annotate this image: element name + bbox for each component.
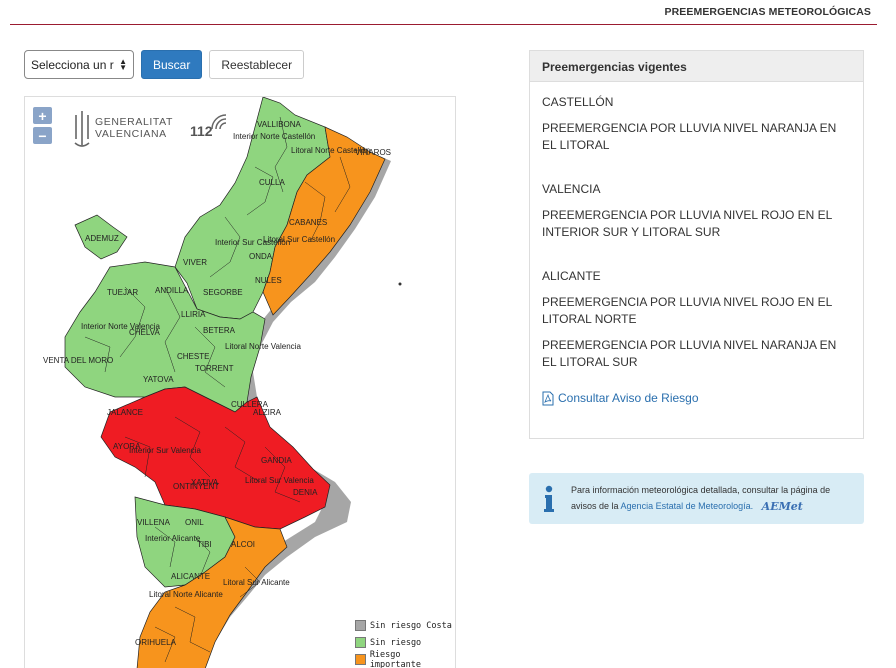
- map-place-label: ADEMUZ: [85, 234, 119, 243]
- gva-logo: GENERALITAT VALENCIANA: [73, 109, 173, 147]
- page-title: PREEMERGENCIAS METEOROLÓGICAS: [664, 6, 871, 18]
- legend-item: Riesgo importante: [355, 649, 455, 668]
- reset-button[interactable]: Reestablecer: [209, 50, 305, 79]
- region-map: VALLIBONA Interior Norte Castellón Litoral…: [43, 97, 402, 668]
- map-place-label: Interior Sur Castellón: [215, 238, 290, 247]
- map-place-label: VIVER: [183, 258, 207, 267]
- alert-notice: PREEMERGENCIA POR LLUVIA NIVEL ROJO EN E…: [542, 208, 832, 239]
- map-place-label: SEGORBE: [203, 288, 243, 297]
- map-place-label: VENTA DEL MORO: [43, 356, 113, 365]
- map-place-label: Litoral Sur Alicante: [223, 578, 290, 587]
- legend-swatch: [355, 620, 366, 631]
- zoom-out-button[interactable]: −: [33, 127, 52, 144]
- map-place-label: DENIA: [293, 488, 318, 497]
- page-header: PREEMERGENCIAS METEOROLÓGICAS: [10, 0, 877, 25]
- map-place-label: CULLERA: [231, 400, 269, 409]
- map-place-label: Litoral Norte Alicante: [149, 590, 223, 599]
- legend-swatch: [355, 654, 366, 665]
- legend-label: Sin riesgo Costa: [370, 620, 452, 631]
- map-place-label: TORRENT: [195, 364, 234, 373]
- map-place-label: Interior Sur Valencia: [129, 446, 201, 455]
- map-place-label: VALLIBONA: [257, 120, 302, 129]
- legend-label: Riesgo importante: [369, 649, 421, 668]
- alert-notice: PREEMERGENCIA POR LLUVIA NIVEL ROJO EN E…: [542, 295, 832, 326]
- risk-warning-link[interactable]: Consultar Aviso de Riesgo: [542, 390, 851, 407]
- alert-notice: PREEMERGENCIA POR LLUVIA NIVEL NARANJA E…: [542, 121, 837, 152]
- map-place-label: Litoral Norte Valencia: [225, 342, 301, 351]
- legend-swatch: [355, 637, 366, 648]
- legend-item: Sin riesgo: [355, 634, 455, 651]
- risk-map[interactable]: VALLIBONA Interior Norte Castellón Litoral…: [24, 96, 456, 668]
- islands-marker: [398, 282, 402, 286]
- region-select[interactable]: Selecciona un r ▲ ▼: [24, 50, 134, 79]
- risk-warning-link-label: Consultar Aviso de Riesgo: [558, 391, 699, 405]
- map-place-label: ALCOI: [231, 540, 255, 549]
- emergency-112-logo: 112: [190, 111, 232, 151]
- map-place-label: TIBI: [197, 540, 212, 549]
- aemet-logo: AEMet: [761, 499, 803, 513]
- alert-notice: PREEMERGENCIA POR LLUVIA NIVEL NARANJA E…: [542, 338, 837, 369]
- province-name: VALENCIA: [542, 182, 601, 196]
- legend-item: Sin riesgo Costa: [355, 617, 455, 634]
- zoom-in-button[interactable]: +: [33, 107, 52, 124]
- province-name: ALICANTE: [542, 269, 601, 283]
- map-place-label: ALZIRA: [253, 408, 282, 417]
- map-place-label: JALANCE: [107, 408, 143, 417]
- info-icon: [544, 485, 554, 512]
- map-place-label: VINAROS: [355, 148, 391, 157]
- map-place-label: ONIL: [185, 518, 204, 527]
- search-button[interactable]: Buscar: [141, 50, 203, 79]
- map-place-label: TUEJAR: [107, 288, 138, 297]
- panel-title: Preemergencias vigentes: [530, 51, 863, 82]
- province-name: CASTELLÓN: [542, 95, 614, 109]
- gva-emblem-icon: [74, 111, 90, 147]
- select-arrows-icon: ▲ ▼: [119, 56, 127, 72]
- map-place-label: CABANES: [289, 218, 327, 227]
- map-place-label: CHESTE: [177, 352, 209, 361]
- map-place-label: ANDILLA: [155, 286, 189, 295]
- aemet-link[interactable]: Agencia Estatal de Meteorología.: [621, 501, 754, 511]
- region-select-value: Selecciona un r: [31, 57, 114, 72]
- map-place-label: ORIHUELA: [135, 638, 177, 647]
- map-place-label: ONTINYENT: [173, 482, 219, 491]
- pdf-icon: [542, 391, 554, 406]
- map-place-label: Interior Norte Castellón: [233, 132, 315, 141]
- map-place-label: YATOVA: [143, 375, 174, 384]
- gva-line2: VALENCIANA: [95, 128, 167, 140]
- active-alerts-panel: Preemergencias vigentes CASTELLÓN PREEME…: [529, 50, 864, 439]
- map-place-label: LLIRIA: [181, 310, 206, 319]
- map-legend: Sin riesgo Costa Sin riesgo Riesgo impor…: [355, 617, 455, 668]
- map-place-label: NULES: [255, 276, 282, 285]
- map-place-label: CULLA: [259, 178, 285, 187]
- legend-label: Sin riesgo: [370, 637, 422, 648]
- map-place-label: BETERA: [203, 326, 236, 335]
- search-controls: Selecciona un r ▲ ▼ Buscar Reestablecer: [24, 50, 305, 79]
- map-place-label: Interior Alicante: [145, 534, 201, 543]
- info-box: Para información meteorológica detallada…: [529, 473, 864, 524]
- map-place-label: ONDA: [249, 252, 273, 261]
- signal-waves-icon: [211, 114, 227, 130]
- map-place-label: ALICANTE: [171, 572, 210, 581]
- map-place-label: GANDIA: [261, 456, 292, 465]
- map-place-label: VILLENA: [137, 518, 171, 527]
- gva-line1: GENERALITAT: [95, 116, 173, 128]
- map-place-label: Litoral Sur Valencia: [245, 476, 314, 485]
- map-place-label: Interior Norte Valencia: [81, 322, 161, 331]
